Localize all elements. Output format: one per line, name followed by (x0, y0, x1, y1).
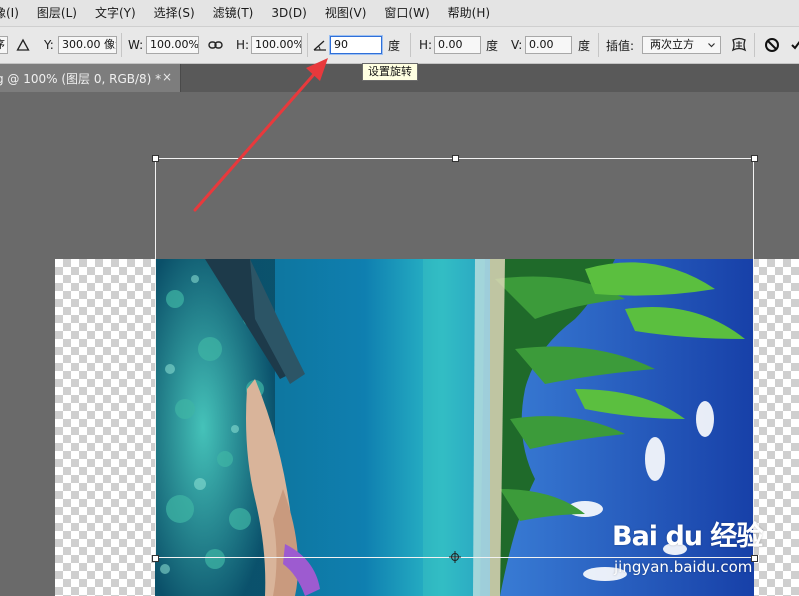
interpolation-value: 两次立方 (650, 38, 694, 51)
watermark-url: jingyan.baidu.com (614, 558, 753, 576)
v-skew-unit: 度 (578, 38, 591, 53)
transform-handle-top-left[interactable] (152, 155, 159, 162)
options-bar: 序 Y: 300.00 像素 W: 100.00% H: 100.00% 90 … (0, 27, 799, 64)
angle-icon (313, 27, 327, 63)
menu-image[interactable]: 像(I) (0, 0, 29, 26)
menu-help[interactable]: 帮助(H) (440, 0, 500, 26)
transform-handle-top-center[interactable] (452, 155, 459, 162)
link-icon[interactable] (208, 27, 223, 63)
y-position-input[interactable]: 300.00 像素 (58, 36, 117, 54)
rotate-tooltip: 设置旋转 (362, 63, 418, 81)
triangle-icon[interactable] (16, 27, 30, 63)
menu-type[interactable]: 文字(Y) (87, 0, 146, 26)
width-input[interactable]: 100.00% (146, 36, 199, 54)
menu-layer[interactable]: 图层(L) (29, 0, 87, 26)
menu-view[interactable]: 视图(V) (317, 0, 377, 26)
h-skew-label: H: (419, 38, 433, 52)
menu-3d[interactable]: 3D(D) (263, 0, 316, 26)
menu-select[interactable]: 选择(S) (146, 0, 205, 26)
chevron-down-icon (707, 37, 716, 53)
interpolation-select[interactable]: 两次立方 (642, 36, 721, 54)
reference-point-field[interactable]: 序 (0, 36, 8, 54)
height-input[interactable]: 100.00% (251, 36, 302, 54)
transform-handle-top-right[interactable] (751, 155, 758, 162)
rotate-angle-input[interactable]: 90 (330, 36, 382, 54)
menu-bar: 像(I) 图层(L) 文字(Y) 选择(S) 滤镜(T) 3D(D) 视图(V)… (0, 0, 799, 27)
rotate-unit: 度 (388, 38, 401, 53)
vertical-skew-input[interactable]: 0.00 (525, 36, 572, 54)
h-skew-unit: 度 (486, 38, 499, 53)
commit-check-icon[interactable] (791, 27, 799, 63)
canvas-area[interactable]: Bai du 经验 jingyan.baidu.com (0, 93, 799, 596)
horizontal-skew-input[interactable]: 0.00 (434, 36, 481, 54)
h-label: H: (236, 38, 250, 52)
watermark-logo: Bai du 经验 (612, 521, 763, 552)
menu-filter[interactable]: 滤镜(T) (205, 0, 264, 26)
y-label: Y: (44, 38, 54, 52)
separator (598, 33, 599, 57)
warp-icon[interactable] (730, 27, 748, 63)
document-tab[interactable]: g @ 100% (图层 0, RGB/8) * × (0, 64, 181, 92)
close-icon[interactable]: × (160, 70, 174, 84)
separator (307, 33, 308, 57)
separator (754, 33, 755, 57)
separator (410, 33, 411, 57)
v-skew-label: V: (511, 38, 523, 52)
menu-window[interactable]: 窗口(W) (376, 0, 439, 26)
document-tab-title: g @ 100% (图层 0, RGB/8) * (0, 71, 162, 86)
separator (121, 33, 122, 57)
w-label: W: (128, 38, 144, 52)
cancel-icon[interactable] (764, 27, 780, 63)
baidu-jingyan-watermark: Bai du 经验 jingyan.baidu.com (612, 512, 797, 592)
interpolation-label: 插值: (606, 38, 635, 53)
